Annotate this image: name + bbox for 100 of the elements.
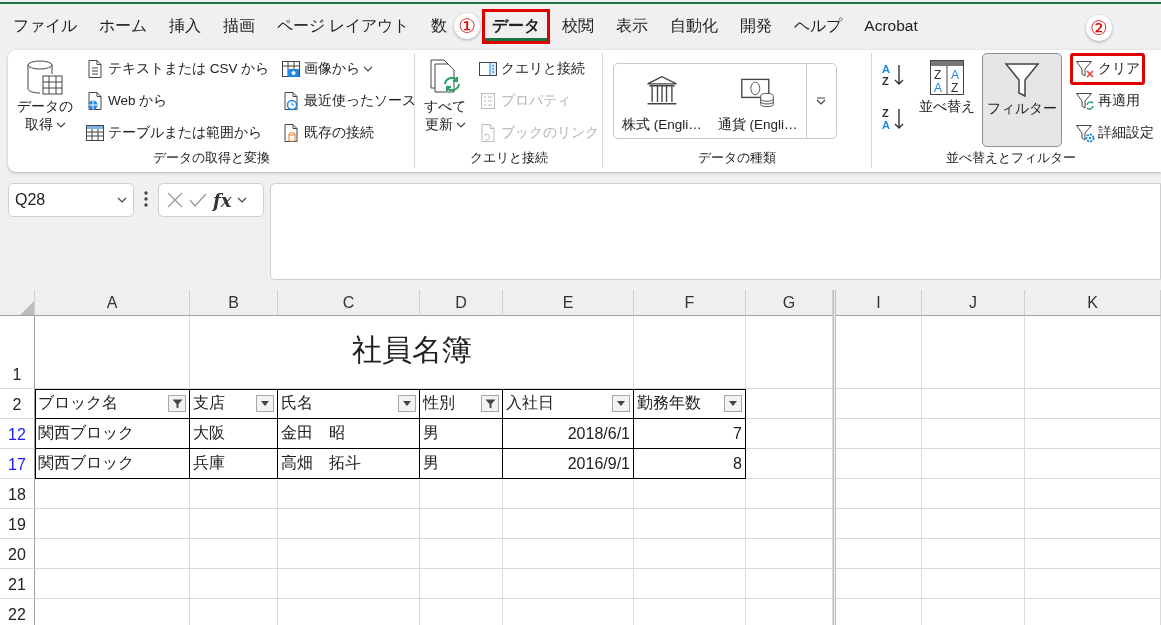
column-header[interactable]: A (35, 290, 190, 316)
sheet-title: 社員名簿 (190, 316, 634, 389)
ribbon-tab[interactable]: ファイル (3, 8, 87, 44)
table-cell: 関西ブロック (35, 419, 190, 449)
ribbon-tab[interactable]: 表示 (606, 8, 659, 44)
database-table-icon (25, 58, 65, 98)
expand-icon (816, 97, 827, 105)
funnel-clear-icon (1075, 59, 1095, 79)
funnel-refresh-icon (1075, 91, 1095, 111)
ribbon-tab[interactable]: 描画 (213, 8, 265, 44)
filter-button[interactable] (481, 395, 499, 412)
table-cell: 兵庫 (190, 449, 278, 479)
ribbon-button[interactable]: データの 取得 (12, 53, 78, 139)
row-number: 12 (0, 419, 35, 449)
ribbon-tab[interactable]: Acrobat (854, 10, 928, 42)
column-header[interactable]: F (634, 290, 746, 316)
table-cell: 7 (634, 419, 746, 449)
table-icon (85, 123, 105, 143)
column-header[interactable]: B (190, 290, 278, 316)
funnel-gear-icon (1075, 123, 1095, 143)
callout-badge: ② (1086, 15, 1112, 41)
ribbon-tab[interactable]: 校閲 (552, 8, 605, 44)
ribbon-button[interactable]: 既存の接続 (276, 117, 380, 149)
more-options-icon (144, 191, 148, 207)
column-header[interactable]: I (836, 290, 922, 316)
column-header[interactable]: D (420, 290, 503, 316)
ribbon-button[interactable]: Z A A Z 並べ替え (914, 53, 980, 121)
linked-file-icon (478, 123, 498, 143)
image-table-icon (281, 59, 302, 79)
column-heading: 性別 (423, 393, 455, 413)
sort-button[interactable]: A Z (876, 53, 912, 97)
row-number: 20 (0, 539, 35, 569)
row-number: 17 (0, 449, 35, 479)
filter-button[interactable] (612, 395, 630, 412)
ribbon-tab[interactable]: ページ レイアウト (267, 8, 420, 44)
group-label: データの種類 (697, 150, 777, 166)
row-number: 21 (0, 569, 35, 599)
ribbon-button[interactable]: 再適用 (1070, 85, 1145, 117)
table-cell: 高畑 拓斗 (278, 449, 420, 479)
ribbon-button[interactable]: フィルター (982, 53, 1062, 147)
row-number: 18 (0, 479, 35, 509)
name-box[interactable]: Q28 (8, 183, 134, 217)
filter-button[interactable] (168, 395, 186, 412)
cancel-icon[interactable] (167, 192, 183, 208)
chevron-down-icon (117, 197, 127, 203)
check-icon[interactable] (189, 193, 207, 207)
ribbon-button[interactable]: クリア (1070, 53, 1145, 85)
ribbon-button[interactable]: クエリと接続 (473, 53, 590, 85)
ribbon-button[interactable]: テキストまたは CSV から (80, 53, 275, 85)
column-header[interactable]: E (503, 290, 634, 316)
column-heading: ブロック名 (38, 393, 118, 413)
column-heading: 氏名 (281, 393, 313, 413)
table-cell: 男 (420, 419, 503, 449)
ribbon-tab[interactable]: ホーム (89, 8, 157, 44)
dropdown-arrow-icon (617, 401, 625, 406)
group-label: データの取得と変換 (151, 150, 271, 166)
ribbon-tab[interactable]: 自動化 (660, 8, 729, 44)
ribbon-button[interactable]: すべて 更新 (419, 53, 471, 139)
table-cell: 男 (420, 449, 503, 479)
ribbon-button[interactable]: 最近使ったソース (276, 85, 422, 117)
table-cell: 金田 昭 (278, 419, 420, 449)
filter-button[interactable] (398, 395, 416, 412)
query-pane-icon (478, 59, 498, 79)
ribbon-button[interactable]: テーブルまたは範囲から (80, 117, 267, 149)
table-cell: 関西ブロック (35, 449, 190, 479)
properties-icon (478, 91, 498, 111)
data-type-button[interactable]: 株式 (Engli… (614, 64, 710, 138)
filter-button[interactable] (256, 395, 274, 412)
column-header[interactable]: C (278, 290, 420, 316)
chevron-down-icon (455, 122, 466, 129)
column-header[interactable]: J (922, 290, 1025, 316)
ribbon-tab[interactable]: 挿入 (159, 8, 211, 44)
filter-button[interactable] (724, 395, 742, 412)
text-file-icon (85, 59, 105, 79)
ribbon-button[interactable]: 画像から (276, 53, 379, 85)
row-number: 2 (0, 389, 35, 419)
chevron-down-icon (363, 66, 374, 72)
funnel-icon (1002, 60, 1042, 100)
table-cell: 8 (634, 449, 746, 479)
data-type-button[interactable]: 通貨 (Engli… (709, 64, 806, 138)
column-header[interactable]: K (1025, 290, 1161, 316)
web-file-icon (85, 91, 105, 111)
formula-input[interactable] (270, 183, 1161, 280)
column-heading: 支店 (193, 393, 225, 413)
group-label: 並べ替えとフィルター (945, 150, 1077, 166)
ribbon-button[interactable]: 詳細設定 (1070, 117, 1159, 149)
row-number: 19 (0, 509, 35, 539)
group-label: クエリと接続 (468, 150, 549, 166)
chevron-down-icon (55, 122, 66, 129)
column-heading: 入社日 (506, 393, 554, 413)
dropdown-arrow-icon (403, 401, 411, 406)
table-cell: 2016/9/1 (503, 449, 634, 479)
insert-function-button[interactable]: fx (213, 189, 232, 211)
ribbon-tab[interactable]: ヘルプ (784, 8, 853, 44)
row-number: 22 (0, 599, 35, 625)
ribbon-tab[interactable]: 開発 (730, 8, 783, 44)
ribbon-tab[interactable]: データ (482, 8, 551, 44)
dropdown-arrow-icon (729, 401, 737, 406)
sort-button[interactable]: Z A (876, 97, 912, 141)
ribbon-button[interactable]: Web から (80, 85, 173, 117)
